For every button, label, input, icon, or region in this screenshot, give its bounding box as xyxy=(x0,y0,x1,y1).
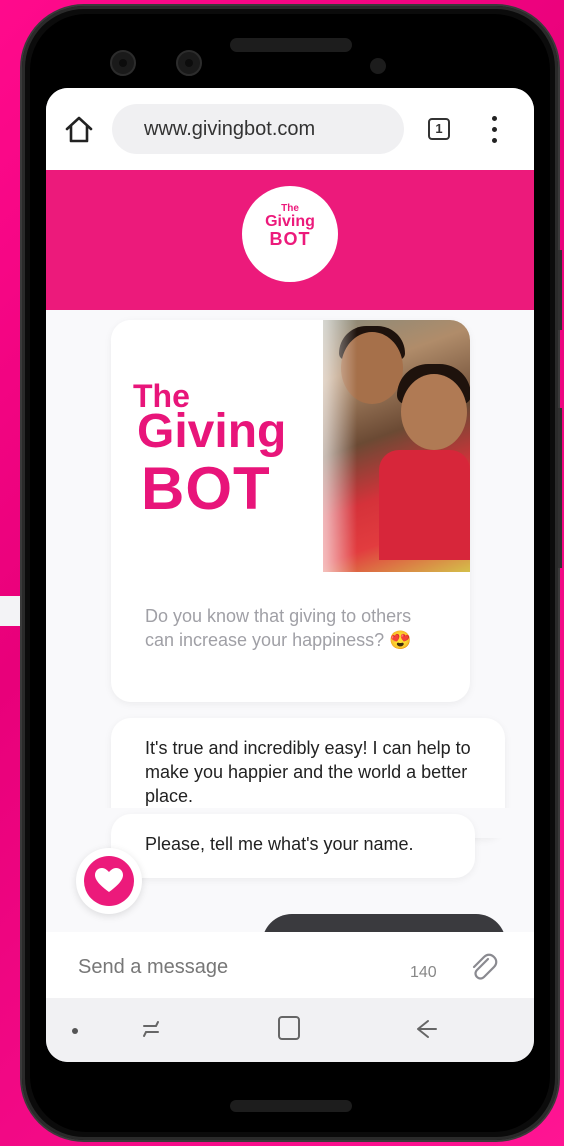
chat-area[interactable]: The Giving BOT Do you know that giving t… xyxy=(46,310,534,932)
paperclip-icon[interactable] xyxy=(466,950,500,984)
message-composer: 140 xyxy=(46,932,534,998)
message-text: It's true and incredibly easy! I can hel… xyxy=(145,738,471,806)
front-camera-icon xyxy=(176,50,202,76)
browser-toolbar: www.givingbot.com 1 xyxy=(46,88,534,170)
power-button xyxy=(558,408,562,568)
logo-line-bot: BOT xyxy=(269,229,311,249)
earpiece-speaker xyxy=(230,38,352,52)
giving-bot-logo: The Giving BOT xyxy=(242,186,338,282)
proximity-sensor xyxy=(370,58,386,74)
photo-detail xyxy=(379,450,470,560)
intro-message-text: Do you know that giving to others can in… xyxy=(145,606,412,650)
android-nav-bar xyxy=(46,998,534,1062)
logo-line-giving: Giving xyxy=(265,213,315,230)
character-counter: 140 xyxy=(410,964,437,981)
bot-message: Please, tell me what's your name. xyxy=(111,814,475,878)
back-arrow-icon[interactable] xyxy=(412,1016,438,1047)
url-text: www.givingbot.com xyxy=(144,118,316,140)
tabs-icon[interactable]: 1 xyxy=(428,118,450,140)
home-icon[interactable] xyxy=(62,114,96,146)
message-text: Please, tell me what's your name. xyxy=(145,834,414,854)
message-input[interactable] xyxy=(78,956,358,979)
heart-icon xyxy=(95,868,123,892)
intro-banner-image: The Giving BOT xyxy=(111,320,470,572)
banner-title-giving: Giving xyxy=(137,405,287,458)
home-square-icon[interactable] xyxy=(276,1014,302,1047)
recents-icon[interactable] xyxy=(138,1016,164,1047)
phone-screen: www.givingbot.com 1 The Giving BOT The G… xyxy=(46,88,534,1062)
more-vert-icon[interactable] xyxy=(484,116,504,144)
intro-card: The Giving BOT Do you know that giving t… xyxy=(111,320,470,702)
banner-title-bot: BOT xyxy=(141,455,271,522)
bottom-speaker xyxy=(230,1100,352,1112)
user-message xyxy=(262,914,506,932)
address-bar[interactable]: www.givingbot.com xyxy=(112,104,404,154)
front-camera-icon xyxy=(110,50,136,76)
photo-fade xyxy=(297,320,357,572)
volume-button xyxy=(558,250,562,330)
nav-dot-icon xyxy=(72,1028,78,1034)
bot-avatar xyxy=(76,848,142,914)
background-bar xyxy=(0,596,22,626)
photo-detail xyxy=(401,374,467,450)
